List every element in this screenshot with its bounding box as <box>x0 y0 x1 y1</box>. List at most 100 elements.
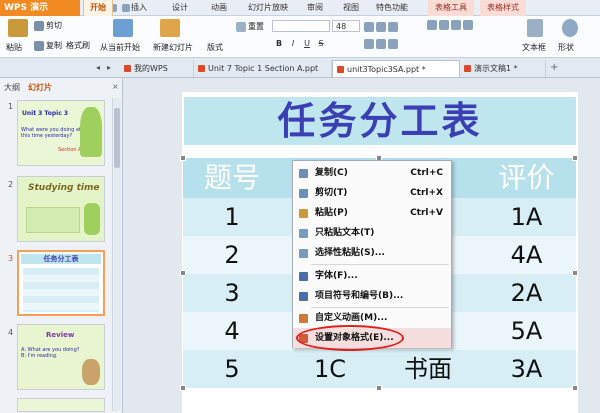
resize-handle[interactable] <box>180 270 186 276</box>
columns-icon[interactable] <box>451 20 461 30</box>
tab-home[interactable]: 开始 <box>83 0 113 16</box>
menu-item-paste-text[interactable]: 只粘贴文本(T) <box>293 223 451 243</box>
tab-animation[interactable]: 动画 <box>204 0 234 16</box>
more-format-buttons[interactable] <box>427 20 517 30</box>
resize-handle[interactable] <box>180 385 186 391</box>
doc-tab-unit3[interactable]: unit3Topic3SA.ppt * <box>332 60 460 77</box>
text-direction-icon[interactable] <box>439 20 449 30</box>
close-pane-icon[interactable]: × <box>112 82 119 91</box>
slide-thumbnail-4[interactable]: Review A: What are you doing? B: I'm rea… <box>17 324 105 390</box>
layout-button[interactable]: 版式 <box>207 42 223 53</box>
menu-item-label: 剪切(T) <box>315 188 348 198</box>
menu-item-label: 字体(F)... <box>315 271 358 281</box>
doc-tab-presentation1[interactable]: 演示文稿1 * <box>460 60 546 77</box>
slides-scrollbar[interactable] <box>112 98 121 411</box>
cell-rating[interactable]: 3A <box>477 350 576 388</box>
cell-number[interactable]: 2 <box>183 236 281 274</box>
font-size-select[interactable]: 48 <box>332 20 360 32</box>
ppt-icon <box>198 65 205 72</box>
menu-item-label: 只粘贴文本(T) <box>315 228 375 238</box>
thumb-image <box>84 203 100 235</box>
menu-item-bullets[interactable]: 项目符号和编号(B)... <box>293 286 451 306</box>
tab-outline[interactable]: 大纲 <box>4 82 20 93</box>
bullets-icon[interactable] <box>364 39 374 49</box>
menu-item-paste[interactable]: 粘贴(P) Ctrl+V <box>293 203 451 223</box>
indent-icon[interactable] <box>388 39 398 49</box>
thumb-text: What were you doing at this time yesterd… <box>21 127 81 139</box>
cell-task[interactable]: 1C <box>281 350 379 388</box>
tab-review[interactable]: 审阅 <box>300 0 330 16</box>
slide-thumbnail-1[interactable]: Unit 3 Topic 3 What were you doing at th… <box>17 100 105 166</box>
scroll-thumb[interactable] <box>114 108 120 168</box>
numbering-icon[interactable] <box>376 39 386 49</box>
resize-handle[interactable] <box>572 270 578 276</box>
shape-button[interactable]: 形状 <box>558 42 574 53</box>
slide-thumbnail-5-partial[interactable] <box>17 398 105 412</box>
cell-number[interactable]: 1 <box>183 198 281 236</box>
tab-table-style[interactable]: 表格样式 <box>480 0 526 16</box>
bold-button[interactable]: B <box>274 38 284 49</box>
tab-scroll-left-icon[interactable]: ◂ <box>96 63 106 73</box>
slideshow-icon <box>113 19 133 37</box>
header-cell[interactable]: 评价 <box>477 158 576 198</box>
font-name-select[interactable] <box>272 20 330 32</box>
menu-item-label: 粘贴(P) <box>315 208 348 218</box>
cell-type[interactable]: 书面 <box>379 350 477 388</box>
slide-thumbnail-3-selected[interactable]: 任务分工表 <box>17 250 105 316</box>
resize-handle[interactable] <box>376 385 382 391</box>
menu-item-paste-special[interactable]: 选择性粘贴(S)... <box>293 243 451 263</box>
tab-features[interactable]: 特色功能 <box>370 0 414 16</box>
menu-item-font[interactable]: 字体(F)... <box>293 266 451 286</box>
copy-icon <box>34 40 44 51</box>
underline-button[interactable]: U <box>302 38 312 49</box>
textbox-button[interactable]: 文本框 <box>522 42 546 53</box>
cell-number[interactable]: 5 <box>183 350 281 388</box>
reset-button[interactable]: 重置 <box>236 21 264 32</box>
tab-design[interactable]: 设计 <box>165 0 195 16</box>
tab-table-tools[interactable]: 表格工具 <box>428 0 474 16</box>
app-menu-button[interactable]: WPS 演示 <box>0 0 80 16</box>
distribute-icon[interactable] <box>463 20 473 30</box>
tab-slideshow[interactable]: 幻灯片放映 <box>242 0 294 16</box>
menu-item-copy[interactable]: 复制(C) Ctrl+C <box>293 163 451 183</box>
paragraph-buttons[interactable] <box>364 39 424 49</box>
copy-button[interactable]: 复制 <box>34 40 62 51</box>
resize-handle[interactable] <box>572 155 578 161</box>
new-slide-button[interactable]: 新建幻灯片 <box>153 42 193 53</box>
cut-button[interactable]: 剪切 <box>34 20 62 31</box>
strikethrough-button[interactable]: S <box>316 38 326 49</box>
align-buttons[interactable] <box>364 22 424 32</box>
menu-item-cut[interactable]: 剪切(T) Ctrl+X <box>293 183 451 203</box>
cell-rating[interactable]: 5A <box>477 312 576 350</box>
doc-tab-unit7[interactable]: Unit 7 Topic 1 Section A.ppt <box>194 60 332 77</box>
slide-thumbnail-2[interactable]: Studying time <box>17 176 105 242</box>
align-left-icon[interactable] <box>364 22 374 32</box>
menu-item-shortcut: Ctrl+V <box>410 208 443 218</box>
from-current-button[interactable]: 从当前开始 <box>100 42 140 53</box>
paste-large-icon[interactable] <box>8 19 28 37</box>
cell-number[interactable]: 4 <box>183 312 281 350</box>
new-tab-icon[interactable]: + <box>550 62 558 73</box>
tab-insert[interactable]: 插入 <box>124 0 154 16</box>
resize-handle[interactable] <box>180 155 186 161</box>
format-painter-button[interactable]: 格式刷 <box>66 40 90 51</box>
tab-slides[interactable]: 幻灯片 <box>28 82 52 93</box>
cell-rating[interactable]: 4A <box>477 236 576 274</box>
align-center-icon[interactable] <box>376 22 386 32</box>
cell-number[interactable]: 3 <box>183 274 281 312</box>
italic-button[interactable]: I <box>288 38 298 49</box>
cell-rating[interactable]: 2A <box>477 274 576 312</box>
line-spacing-icon[interactable] <box>427 20 437 30</box>
menu-item-custom-animation[interactable]: 自定义动画(M)... <box>293 308 451 328</box>
resize-handle[interactable] <box>572 385 578 391</box>
font-icon <box>299 272 308 281</box>
shape-large-icon <box>562 19 578 37</box>
tab-scroll-right-icon[interactable]: ▸ <box>107 63 117 73</box>
header-cell[interactable]: 题号 <box>183 158 281 198</box>
tab-view[interactable]: 视图 <box>336 0 366 16</box>
doc-tab-mywps[interactable]: 我的WPS <box>120 60 194 77</box>
slide-title[interactable]: 任务分工表 <box>184 97 576 145</box>
align-right-icon[interactable] <box>388 22 398 32</box>
paste-button[interactable]: 粘贴 <box>6 42 22 53</box>
cell-rating[interactable]: 1A <box>477 198 576 236</box>
